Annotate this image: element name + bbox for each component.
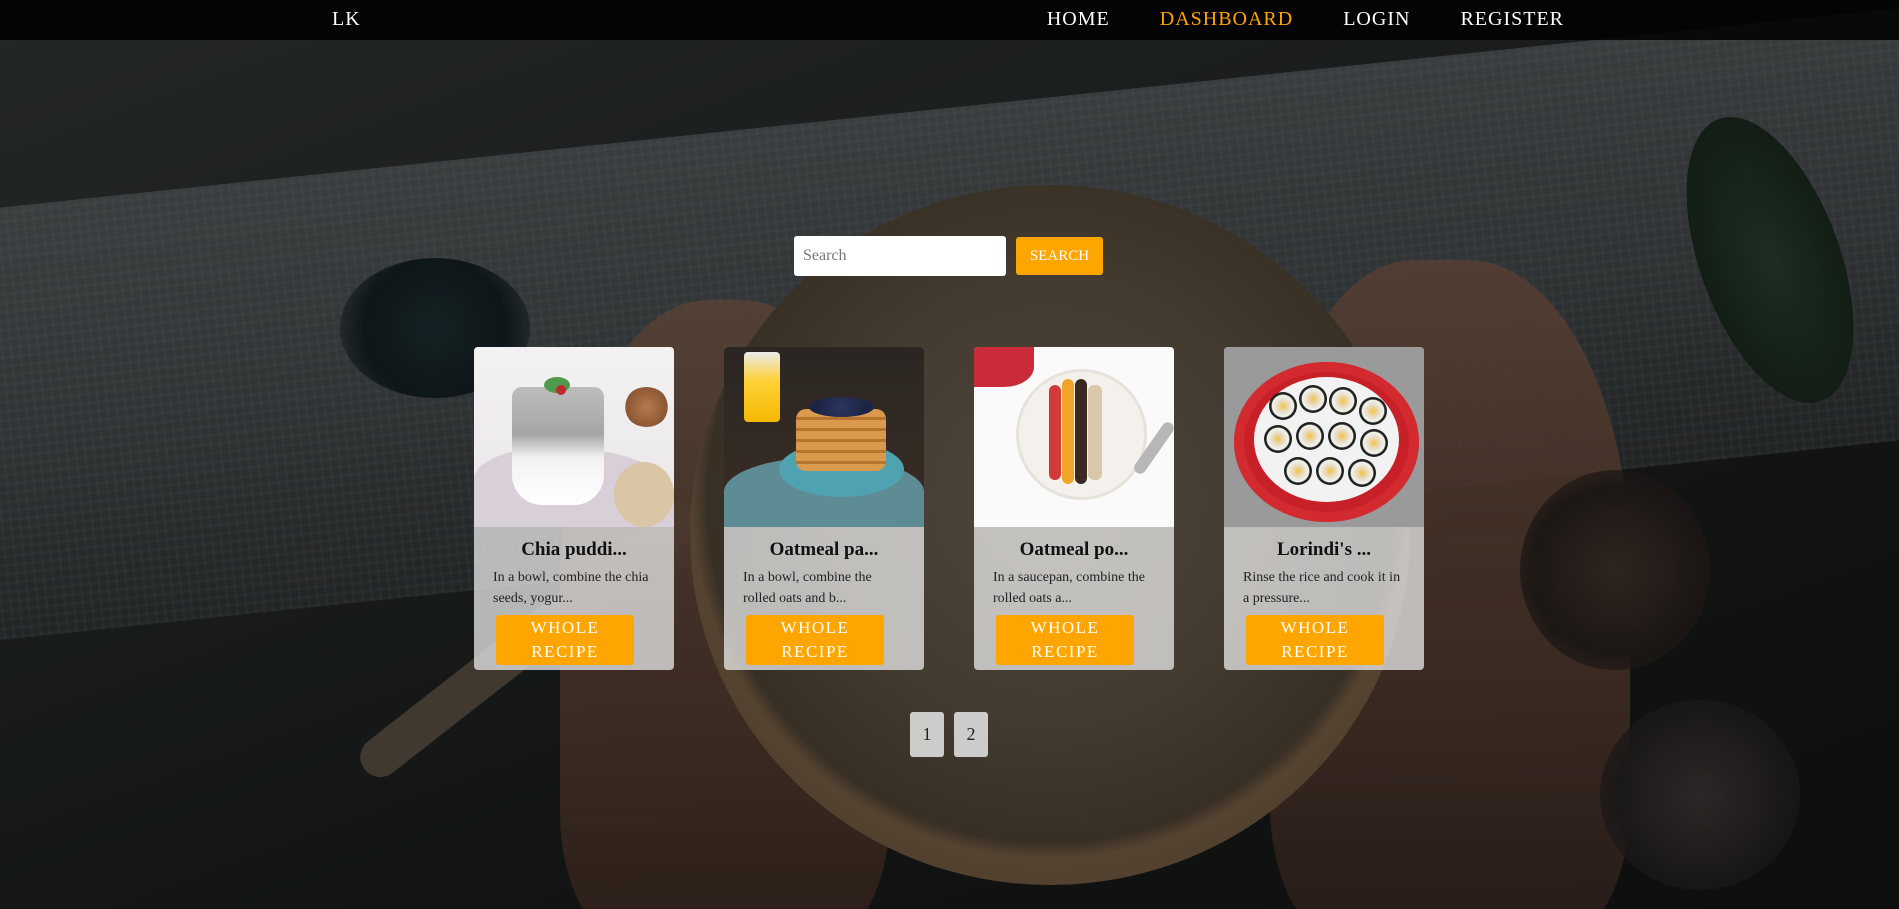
top-navbar: LK HOME DASHBOARD LOGIN REGISTER — [0, 0, 1899, 40]
search-input[interactable] — [794, 236, 1006, 276]
recipe-card: Oatmeal pa... In a bowl, combine the rol… — [724, 347, 924, 670]
recipe-title: Lorindi's ... — [1277, 539, 1371, 560]
nav-login-link[interactable]: LOGIN — [1343, 8, 1410, 31]
whole-recipe-button[interactable]: WHOLE RECIPE — [496, 615, 634, 665]
whole-recipe-button[interactable]: WHOLE RECIPE — [996, 615, 1134, 665]
recipe-card: Oatmeal po... In a saucepan, combine the… — [974, 347, 1174, 670]
recipe-title: Oatmeal pa... — [769, 539, 879, 560]
nav-menu: HOME DASHBOARD LOGIN REGISTER — [997, 8, 1564, 31]
oatmeal-porridge-image — [974, 347, 1174, 527]
whole-recipe-button[interactable]: WHOLE RECIPE — [1246, 615, 1384, 665]
search-button[interactable]: SEARCH — [1016, 237, 1103, 275]
chia-pudding-image — [474, 347, 674, 527]
search-bar: SEARCH — [794, 236, 1103, 276]
page-button-2[interactable]: 2 — [954, 712, 988, 757]
whole-recipe-button[interactable]: WHOLE RECIPE — [746, 615, 884, 665]
recipe-description: In a saucepan, combine the rolled oats a… — [993, 570, 1145, 606]
recipe-title: Chia puddi... — [521, 539, 627, 560]
recipe-title: Oatmeal po... — [1019, 539, 1129, 560]
site-logo[interactable]: LK — [332, 8, 361, 31]
recipe-card-list: Chia puddi... In a bowl, combine the chi… — [474, 347, 1424, 670]
recipe-description: In a bowl, combine the chia seeds, yogur… — [493, 570, 649, 606]
recipe-card: Lorindi's ... Rinse the rice and cook it… — [1224, 347, 1424, 670]
nav-dashboard-link[interactable]: DASHBOARD — [1160, 8, 1293, 31]
recipe-description: In a bowl, combine the rolled oats and b… — [743, 570, 872, 606]
page-button-1[interactable]: 1 — [910, 712, 944, 757]
recipe-card: Chia puddi... In a bowl, combine the chi… — [474, 347, 674, 670]
pagination: 1 2 — [910, 712, 998, 757]
recipe-description: Rinse the rice and cook it in a pressure… — [1243, 570, 1401, 606]
oatmeal-pancakes-image — [724, 347, 924, 527]
sushi-image — [1224, 347, 1424, 527]
nav-register-link[interactable]: REGISTER — [1460, 8, 1564, 31]
nav-home-link[interactable]: HOME — [1047, 8, 1110, 31]
